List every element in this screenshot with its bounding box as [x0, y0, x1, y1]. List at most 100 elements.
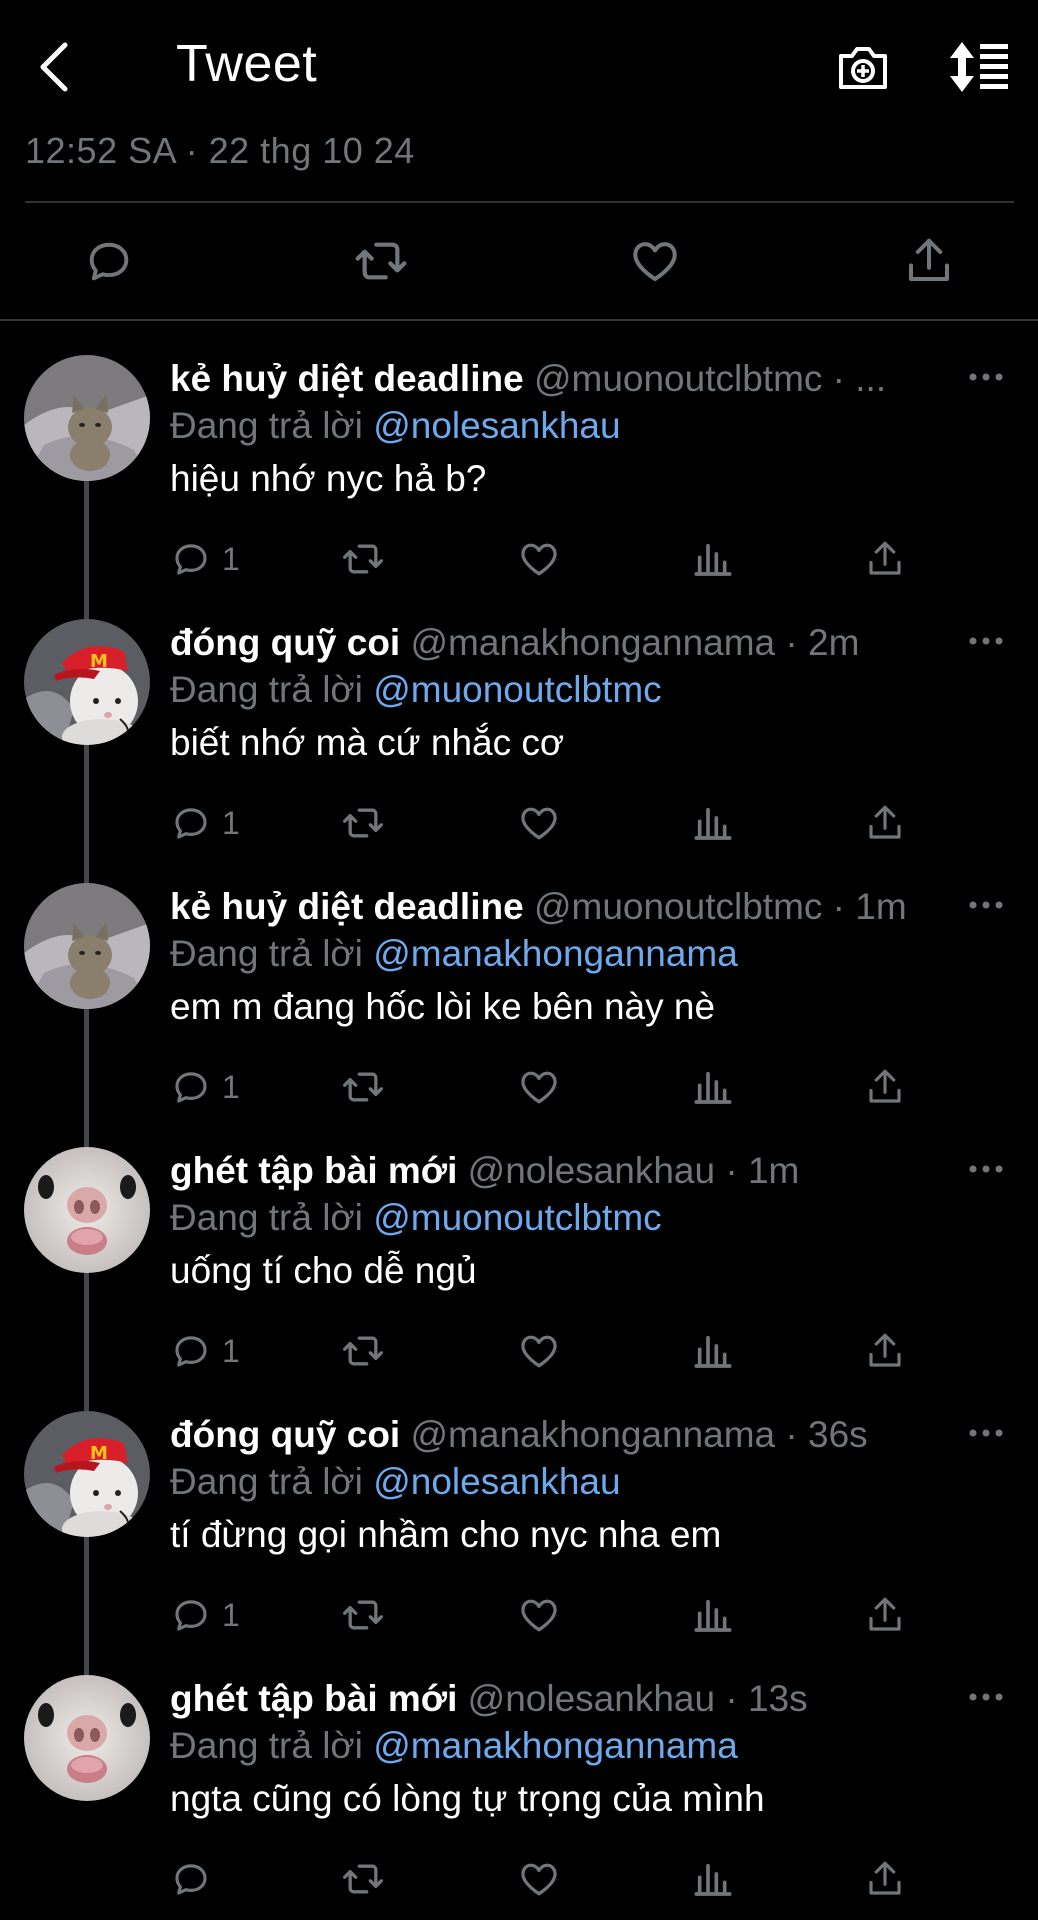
- reply-button[interactable]: 1: [170, 1329, 240, 1373]
- like-button[interactable]: [517, 1857, 561, 1901]
- replying-prefix: Đang trả lời: [170, 1197, 363, 1238]
- replying-to: Đang trả lời @manakhongannama: [170, 1723, 738, 1769]
- share-icon: [869, 1333, 901, 1367]
- reply-tweet[interactable]: kẻ huỷ diệt deadline @muonoutclbtmc · 1m…: [0, 883, 1038, 1147]
- replying-to: Đang trả lời @nolesankhau: [170, 1459, 621, 1505]
- views-bar-chart-icon: [694, 1335, 732, 1368]
- display-name[interactable]: đóng quỹ coi: [170, 1414, 400, 1455]
- display-name[interactable]: kẻ huỷ diệt deadline: [170, 886, 524, 927]
- tweet-text: uống tí cho dễ ngủ: [170, 1250, 477, 1291]
- reply-tweet[interactable]: M đóng quỹ coi @manakhongannama · 2m Đan…: [0, 619, 1038, 883]
- more-button[interactable]: [968, 1425, 1004, 1441]
- like-button[interactable]: [517, 537, 561, 581]
- share-button[interactable]: [864, 537, 906, 581]
- avatar[interactable]: [24, 1147, 150, 1273]
- more-button[interactable]: [968, 369, 1004, 385]
- views-button[interactable]: [693, 1329, 733, 1373]
- share-icon: [869, 1861, 901, 1895]
- retweet-button[interactable]: [340, 1857, 386, 1901]
- reply-button[interactable]: 1: [170, 801, 240, 845]
- views-bar-chart-icon: [694, 1863, 732, 1896]
- reply-actions: [0, 1857, 1038, 1901]
- reply-tweet[interactable]: kẻ huỷ diệt deadline @muonoutclbtmc · ..…: [0, 355, 1038, 619]
- views-button[interactable]: [693, 1593, 733, 1637]
- reply-header: ghét tập bài mới @nolesankhau · 1m: [170, 1147, 950, 1195]
- reply-header: đóng quỹ coi @manakhongannama · 2m: [170, 619, 950, 667]
- views-bar-chart-icon: [694, 807, 732, 840]
- retweet-button[interactable]: [340, 1593, 386, 1637]
- user-handle: @muonoutclbtmc · ...: [533, 358, 887, 399]
- views-button[interactable]: [693, 1857, 733, 1901]
- mention-link[interactable]: @manakhongannama: [373, 933, 738, 974]
- display-name[interactable]: đóng quỹ coi: [170, 622, 400, 663]
- reply-icon: [175, 1336, 207, 1367]
- mention-link[interactable]: @muonoutclbtmc: [373, 1197, 661, 1238]
- retweet-button[interactable]: [350, 230, 412, 292]
- share-icon: [869, 805, 901, 839]
- reply-tweet[interactable]: ghét tập bài mới @nolesankhau · 1m Đang …: [0, 1147, 1038, 1411]
- retweet-icon: [343, 1336, 383, 1366]
- sort-button[interactable]: [948, 40, 1010, 94]
- avatar[interactable]: [24, 883, 150, 1009]
- display-name[interactable]: ghét tập bài mới: [170, 1150, 457, 1191]
- reply-button[interactable]: 1: [170, 1065, 240, 1109]
- more-button[interactable]: [968, 1689, 1004, 1705]
- share-button[interactable]: [864, 1857, 906, 1901]
- more-button[interactable]: [968, 1161, 1004, 1177]
- more-horizontal-icon: [969, 901, 1003, 909]
- like-button[interactable]: [517, 1065, 561, 1109]
- user-handle: @muonoutclbtmc · 1m: [533, 886, 907, 927]
- retweet-button[interactable]: [340, 537, 386, 581]
- reply-actions: 1: [0, 1329, 1038, 1373]
- views-button[interactable]: [693, 1065, 733, 1109]
- bunny-nose-avatar-icon: [24, 1675, 150, 1801]
- like-icon: [521, 1335, 557, 1368]
- display-name[interactable]: ghét tập bài mới: [170, 1678, 457, 1719]
- share-button[interactable]: [864, 1329, 906, 1373]
- avatar[interactable]: [24, 1675, 150, 1801]
- mention-link[interactable]: @manakhongannama: [373, 1725, 738, 1766]
- reply-button[interactable]: 1: [170, 1593, 240, 1637]
- share-button[interactable]: [864, 1593, 906, 1637]
- reply-icon: [89, 242, 129, 281]
- mention-link[interactable]: @muonoutclbtmc: [373, 669, 661, 710]
- share-button[interactable]: [864, 1065, 906, 1109]
- reply-tweet[interactable]: ghét tập bài mới @nolesankhau · 13s Đang…: [0, 1675, 1038, 1920]
- replying-prefix: Đang trả lời: [170, 1461, 363, 1502]
- like-button[interactable]: [517, 1329, 561, 1373]
- avatar[interactable]: M: [24, 1411, 150, 1537]
- camera-button[interactable]: [836, 40, 890, 94]
- reply-actions: 1: [0, 1065, 1038, 1109]
- avatar[interactable]: M: [24, 619, 150, 745]
- back-button[interactable]: [30, 38, 80, 96]
- like-button[interactable]: [624, 230, 686, 292]
- reply-tweet[interactable]: M đóng quỹ coi @manakhongannama · 36s Đa…: [0, 1411, 1038, 1675]
- cat-avatar-icon: [24, 355, 150, 481]
- reply-button[interactable]: [170, 1857, 212, 1901]
- more-horizontal-icon: [969, 1165, 1003, 1173]
- replying-to: Đang trả lời @muonoutclbtmc: [170, 667, 662, 713]
- avatar[interactable]: [24, 355, 150, 481]
- retweet-button[interactable]: [340, 801, 386, 845]
- views-button[interactable]: [693, 537, 733, 581]
- reply-button[interactable]: 1: [170, 537, 240, 581]
- mention-link[interactable]: @nolesankhau: [373, 1461, 620, 1502]
- retweet-button[interactable]: [340, 1329, 386, 1373]
- more-button[interactable]: [968, 897, 1004, 913]
- reply-icon: [175, 808, 207, 839]
- share-button[interactable]: [898, 230, 960, 292]
- divider: [25, 201, 1014, 203]
- reply-button[interactable]: [78, 230, 140, 292]
- share-button[interactable]: [864, 801, 906, 845]
- mention-link[interactable]: @nolesankhau: [373, 405, 620, 446]
- more-horizontal-icon: [969, 637, 1003, 645]
- like-icon: [521, 807, 557, 840]
- user-handle: @manakhongannama · 36s: [410, 1414, 868, 1455]
- reply-actions: 1: [0, 1593, 1038, 1637]
- display-name[interactable]: kẻ huỷ diệt deadline: [170, 358, 524, 399]
- like-button[interactable]: [517, 801, 561, 845]
- views-button[interactable]: [693, 801, 733, 845]
- retweet-button[interactable]: [340, 1065, 386, 1109]
- more-button[interactable]: [968, 633, 1004, 649]
- like-button[interactable]: [517, 1593, 561, 1637]
